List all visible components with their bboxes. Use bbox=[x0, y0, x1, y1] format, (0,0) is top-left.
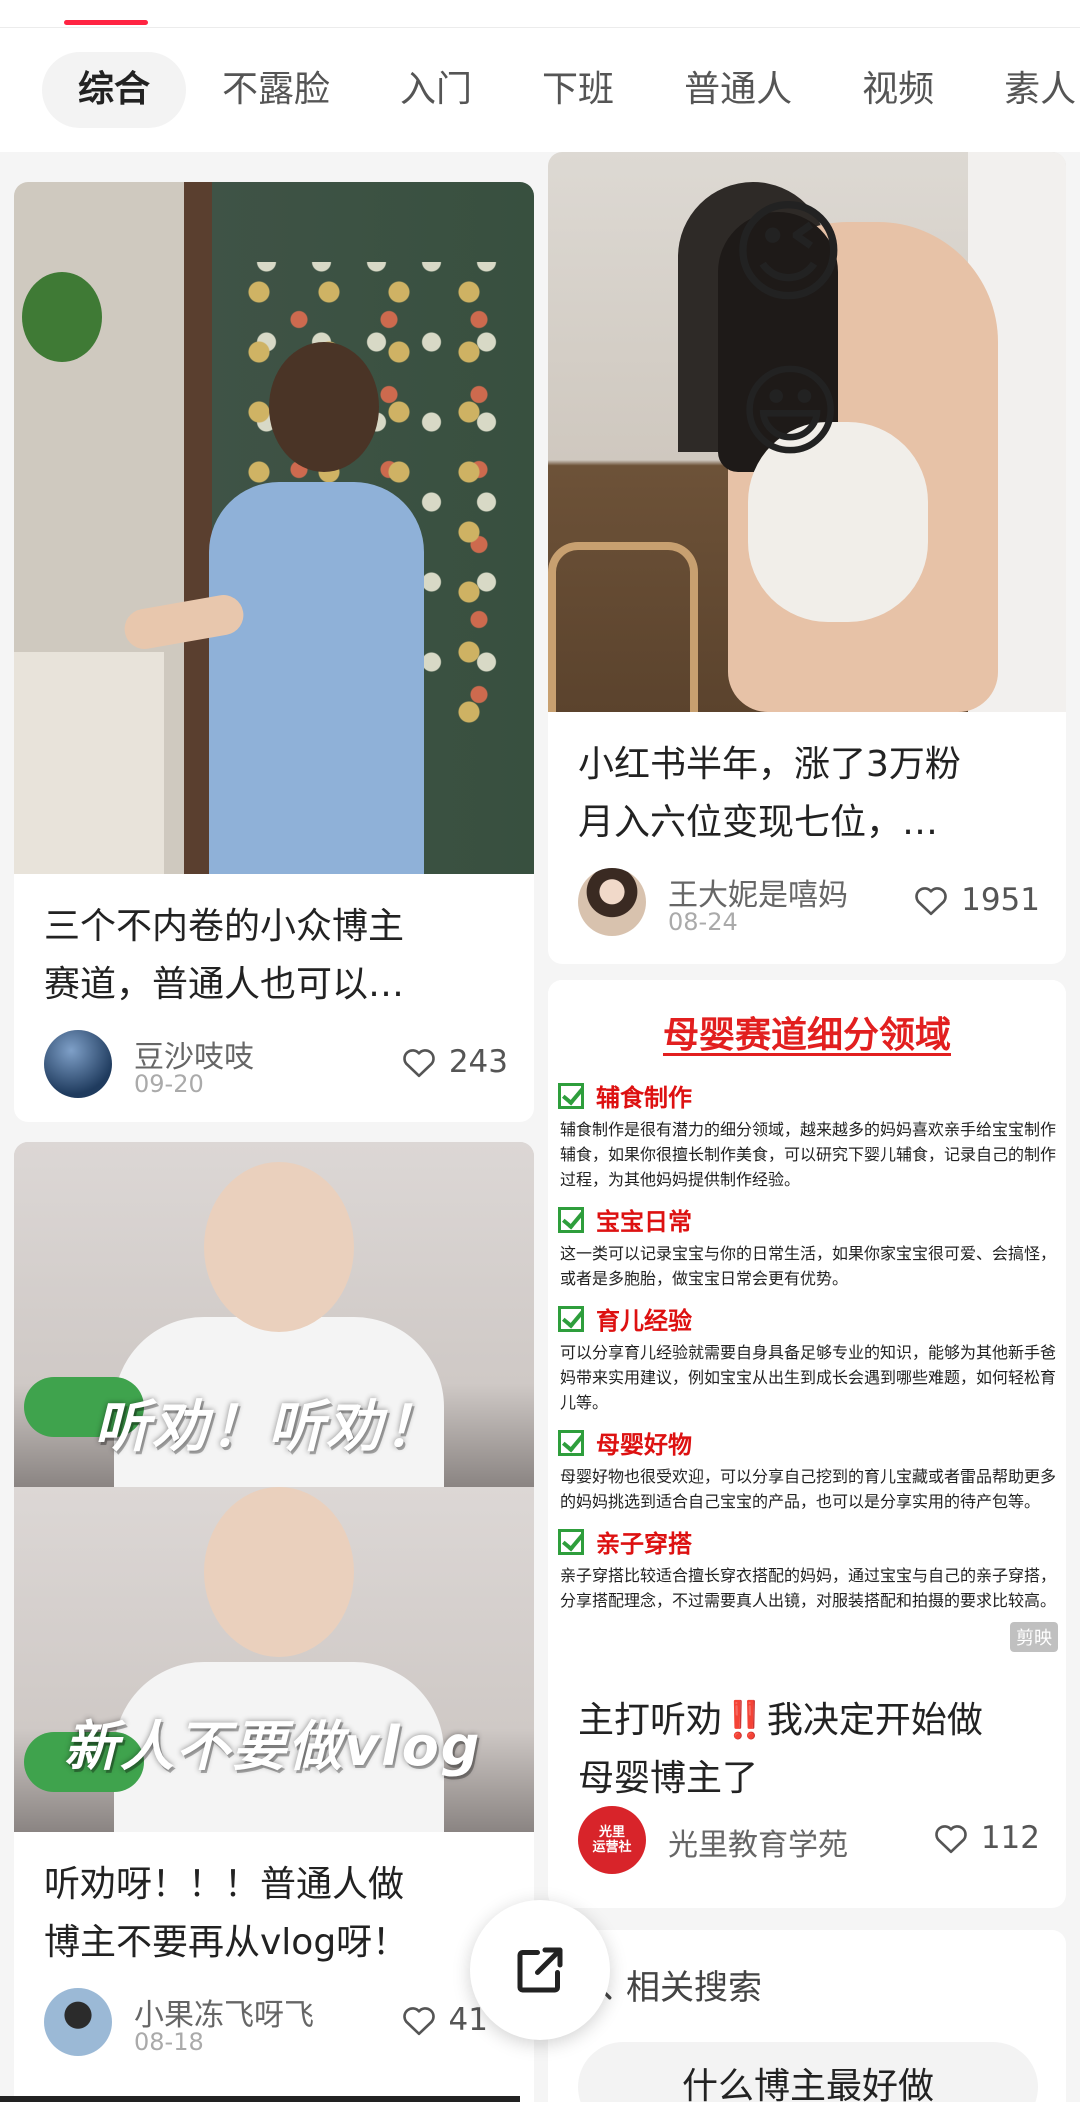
infographic-cover: 母婴赛道细分领域 辅食制作 辅食制作是很有潜力的细分领域，越来越多的妈妈喜欢亲手… bbox=[548, 980, 1066, 1670]
checkbox-icon bbox=[558, 1082, 584, 1109]
heart-outline-icon bbox=[403, 1049, 435, 1078]
like-count: 243 bbox=[448, 1044, 508, 1080]
note-cover-image: 听劝！听劝！ 新人不要做vlog bbox=[14, 1142, 534, 1832]
note-meta: 王大妮是嘻妈 08-24 1951 bbox=[578, 868, 1040, 940]
post-date: 08-18 bbox=[134, 2028, 204, 2056]
plant-shape bbox=[22, 272, 102, 362]
smile-emoji-sticker: 😃 bbox=[738, 353, 843, 470]
avatar-logo-text: 光里 运营社 bbox=[592, 1825, 632, 1855]
note-title: 三个不内卷的小众博主 赛道，普通人也可以… bbox=[44, 906, 405, 1005]
tab-after-work[interactable]: 下班 bbox=[542, 72, 614, 108]
like-button[interactable]: 112 bbox=[933, 1820, 1040, 1856]
person-face-top bbox=[204, 1162, 354, 1332]
checkbox-icon bbox=[558, 1528, 584, 1555]
checkbox-icon bbox=[558, 1206, 584, 1233]
heart-outline-icon bbox=[915, 887, 947, 916]
tab-amateur[interactable]: 素人 bbox=[1004, 72, 1076, 108]
heart-outline-icon bbox=[402, 2007, 435, 2036]
infographic-section: 育儿经验 可以分享育儿经验就需要自身具备足够专业的知识，能够为其他新手爸妈带来实… bbox=[558, 1305, 1057, 1412]
like-count: 112 bbox=[980, 1820, 1040, 1856]
tab-ordinary-people[interactable]: 普通人 bbox=[684, 72, 792, 108]
note-card[interactable]: 三个不内卷的小众博主 赛道，普通人也可以… 豆沙吱吱 09-20 243 bbox=[14, 182, 534, 1122]
tab-beginner[interactable]: 入门 bbox=[400, 72, 472, 108]
person-shirt bbox=[209, 482, 424, 874]
share-button[interactable] bbox=[470, 1900, 610, 2040]
post-date: 09-20 bbox=[134, 1070, 204, 1098]
author-name[interactable]: 光里教育学苑 bbox=[668, 1820, 848, 1864]
note-meta: 豆沙吱吱 09-20 243 bbox=[44, 1030, 508, 1102]
infographic-section: 辅食制作 辅食制作是很有潜力的细分领域，越来越多的妈妈喜欢亲手给宝宝制作辅食，如… bbox=[558, 1082, 1057, 1189]
infographic-section: 亲子穿搭 亲子穿搭比较适合擅长穿衣搭配的妈妈，通过宝宝与自己的亲子穿搭，分享搭配… bbox=[558, 1528, 1057, 1610]
chair-shape bbox=[548, 542, 698, 712]
tab-no-face[interactable]: 不露脸 bbox=[222, 72, 330, 108]
note-meta: 光里 运营社 光里教育学苑 112 bbox=[578, 1806, 1040, 1878]
like-count: 1951 bbox=[961, 882, 1040, 918]
like-button[interactable]: 243 bbox=[401, 1044, 508, 1080]
checkbox-icon bbox=[558, 1305, 584, 1332]
post-date: 08-24 bbox=[668, 908, 738, 936]
like-button[interactable]: 1951 bbox=[913, 882, 1040, 918]
wink-emoji-sticker: 😉 bbox=[730, 188, 847, 318]
note-meta: 小果冻飞呀飞 08-18 41 bbox=[44, 1988, 508, 2060]
infographic-section: 宝宝日常 这一类可以记录宝宝与你的日常生活，如果你家宝宝很可爱、会搞怪，或者是多… bbox=[558, 1206, 1057, 1288]
video-caption-bottom: 新人不要做vlog bbox=[64, 1715, 482, 1778]
related-search-chip[interactable]: 什么博主最好做 bbox=[578, 2042, 1038, 2102]
infographic-title: 母婴赛道细分领域 bbox=[662, 1015, 951, 1056]
avatar[interactable] bbox=[578, 868, 646, 936]
avatar[interactable] bbox=[44, 1988, 112, 2056]
share-arrow-icon bbox=[517, 1947, 563, 1993]
filter-tabs: 综合 不露脸 入门 下班 普通人 视频 素人 bbox=[0, 28, 1080, 152]
tab-indicator bbox=[64, 20, 148, 25]
infographic-section: 母婴好物 母婴好物也很受欢迎，可以分享自己挖到的育儿宝藏或者雷品帮助更多的妈妈挑… bbox=[558, 1429, 1057, 1511]
note-card[interactable]: 听劝！听劝！ 新人不要做vlog 听劝呀！！！普通人做 博主不要再从vlog呀！… bbox=[14, 1142, 534, 2102]
shelf-shape bbox=[14, 652, 164, 874]
tab-comprehensive[interactable]: 综合 bbox=[42, 52, 187, 128]
avatar[interactable]: 光里 运营社 bbox=[578, 1806, 646, 1874]
video-caption-top: 听劝！听劝！ bbox=[94, 1395, 442, 1460]
related-searches: 相关搜索 什么博主最好做 bbox=[548, 1930, 1066, 2102]
heart-outline-icon bbox=[935, 1825, 967, 1854]
person-head bbox=[269, 342, 379, 472]
note-cover-image: 😉 😃 bbox=[548, 152, 1066, 712]
note-title: 小红书半年，涨了3万粉 月入六位变现七位，… bbox=[578, 744, 961, 843]
checkbox-icon bbox=[558, 1429, 584, 1456]
note-title: 听劝呀！！！普通人做 博主不要再从vlog呀！ bbox=[44, 1864, 409, 1963]
tab-video[interactable]: 视频 bbox=[862, 72, 934, 108]
bottom-edge-bar bbox=[0, 2096, 520, 2102]
note-card[interactable]: 😉 😃 小红书半年，涨了3万粉 月入六位变现七位，… 王大妮是嘻妈 08-24 … bbox=[548, 152, 1066, 964]
note-card[interactable]: 母婴赛道细分领域 辅食制作 辅食制作是很有潜力的细分领域，越来越多的妈妈喜欢亲手… bbox=[548, 980, 1066, 1908]
note-title: 主打听劝‼️我决定开始做 母婴博主了 bbox=[578, 1700, 983, 1799]
top-strip bbox=[0, 0, 1080, 28]
person-face-bottom bbox=[204, 1487, 354, 1657]
capcut-watermark: 剪映 bbox=[1010, 1622, 1058, 1652]
door-edge-shape bbox=[184, 182, 212, 874]
avatar[interactable] bbox=[44, 1030, 112, 1098]
note-cover-image bbox=[14, 182, 534, 874]
like-button[interactable]: 41 bbox=[401, 2002, 488, 2038]
